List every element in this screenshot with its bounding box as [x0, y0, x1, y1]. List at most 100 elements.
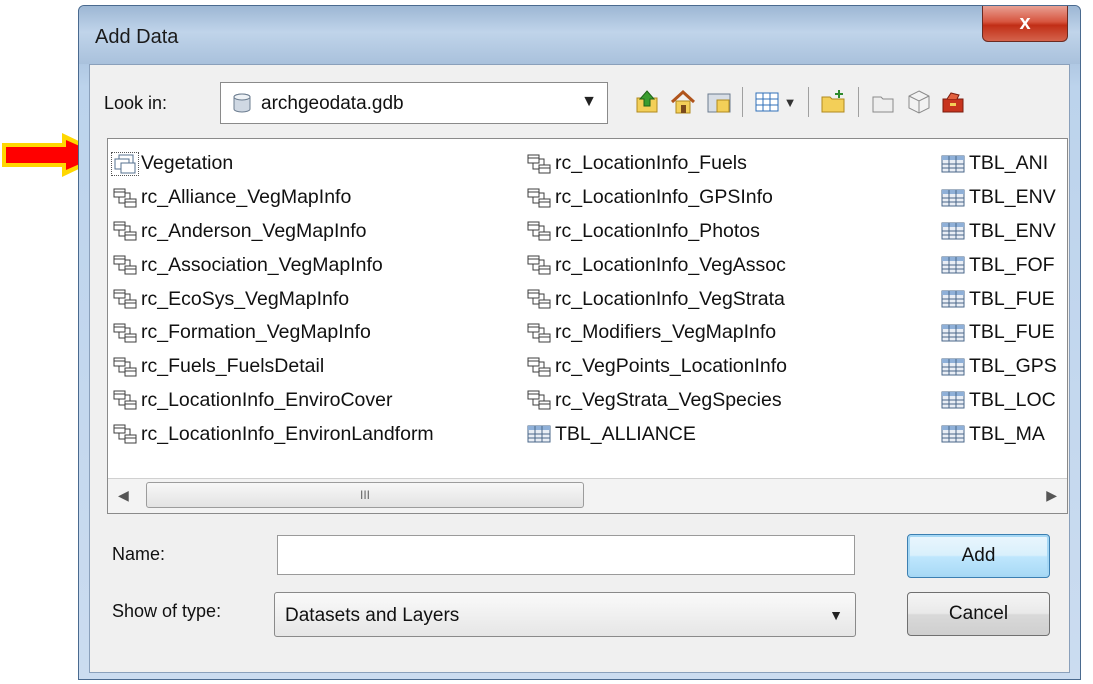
list-item-label: rc_Association_VegMapInfo	[141, 253, 383, 276]
list-item-label: rc_Fuels_FuelsDetail	[141, 355, 325, 378]
view-menu-icon[interactable]	[750, 85, 784, 119]
new-item-icon[interactable]	[866, 85, 900, 119]
toolbar-separator	[742, 87, 743, 117]
scroll-right-icon[interactable]: ▶	[1046, 487, 1057, 504]
look-in-label: Look in:	[104, 93, 168, 113]
list-item[interactable]: rc_VegStrata_VegSpecies	[526, 384, 787, 418]
list-item[interactable]: TBL_ALLIANCE	[526, 417, 787, 451]
chevron-down-icon: ▼	[581, 93, 597, 110]
table-icon	[940, 389, 966, 411]
list-item-label: rc_Formation_VegMapInfo	[141, 321, 371, 344]
look-in-dropdown[interactable]: archgeodata.gdb ▼	[220, 82, 608, 124]
add-button[interactable]: Add	[907, 534, 1050, 578]
dialog-body: Look in: archgeodata.gdb ▼ ▼ Vegetation …	[89, 64, 1070, 673]
list-item[interactable]: Vegetation	[111, 147, 434, 181]
list-item[interactable]: rc_LocationInfo_EnviroCover	[112, 384, 434, 418]
list-item[interactable]: rc_Fuels_FuelsDetail	[112, 350, 434, 384]
list-item[interactable]: rc_Modifiers_VegMapInfo	[526, 316, 787, 350]
relationship-class-icon	[112, 389, 138, 411]
list-item[interactable]: rc_LocationInfo_GPSInfo	[526, 181, 787, 215]
scroll-left-icon[interactable]: ◀	[118, 487, 129, 504]
relationship-class-icon	[526, 389, 552, 411]
list-item-label: rc_LocationInfo_Fuels	[555, 152, 747, 175]
relationship-class-icon	[112, 187, 138, 209]
list-item[interactable]: TBL_FOF	[940, 248, 1057, 282]
list-item[interactable]: TBL_GPS	[940, 350, 1057, 384]
scroll-thumb[interactable]: III	[146, 482, 584, 508]
dialog-title: Add Data	[95, 26, 179, 48]
list-item-label: TBL_MA	[969, 422, 1045, 445]
relationship-class-icon	[112, 423, 138, 445]
home-icon[interactable]	[666, 85, 700, 119]
show-of-type-dropdown[interactable]: Datasets and Layers ▼	[274, 592, 856, 637]
view-dropdown-icon[interactable]: ▼	[780, 85, 800, 119]
show-of-type-label: Show of type:	[112, 601, 222, 621]
file-list-column: TBL_ANI TBL_ENV TBL_ENV TBL_FOF TBL_FUE TBL_F…	[940, 147, 1057, 451]
list-item[interactable]: rc_Anderson_VegMapInfo	[112, 215, 434, 249]
list-item[interactable]: TBL_LOC	[940, 384, 1057, 418]
table-icon	[940, 254, 966, 276]
list-item-label: rc_Anderson_VegMapInfo	[141, 219, 367, 242]
file-list-column: rc_LocationInfo_Fuels rc_LocationInfo_GPS…	[526, 147, 787, 451]
file-list[interactable]: Vegetation rc_Alliance_VegMapInfo rc_Ander…	[107, 138, 1068, 514]
list-item-label: rc_LocationInfo_EnvironLandform	[141, 422, 434, 445]
table-icon	[940, 423, 966, 445]
table-icon	[940, 288, 966, 310]
list-item[interactable]: rc_Formation_VegMapInfo	[112, 316, 434, 350]
relationship-class-icon	[526, 220, 552, 242]
list-item-label: rc_Modifiers_VegMapInfo	[555, 321, 777, 344]
close-button[interactable]: x	[982, 6, 1068, 42]
list-item[interactable]: rc_LocationInfo_Photos	[526, 215, 787, 249]
relationship-class-icon	[526, 254, 552, 276]
toolbar-separator	[858, 87, 859, 117]
list-item[interactable]: rc_LocationInfo_VegAssoc	[526, 248, 787, 282]
list-item[interactable]: rc_EcoSys_VegMapInfo	[112, 282, 434, 316]
list-item[interactable]: rc_LocationInfo_EnvironLandform	[112, 417, 434, 451]
list-item[interactable]: TBL_FUE	[940, 316, 1057, 350]
name-label: Name:	[112, 544, 166, 564]
table-icon	[526, 423, 552, 445]
new-folder-icon[interactable]	[816, 85, 850, 119]
list-item-label: rc_LocationInfo_Photos	[555, 219, 760, 242]
list-item-label: rc_LocationInfo_GPSInfo	[555, 186, 773, 209]
list-item[interactable]: rc_Alliance_VegMapInfo	[112, 181, 434, 215]
title-bar: Add Data x	[79, 6, 1080, 64]
cube-icon[interactable]	[902, 85, 936, 119]
list-item-label: TBL_FOF	[969, 253, 1055, 276]
list-item[interactable]: TBL_MA	[940, 417, 1057, 451]
list-item-label: rc_LocationInfo_VegAssoc	[555, 253, 786, 276]
relationship-class-icon	[526, 356, 552, 378]
list-item-label: TBL_ANI	[969, 152, 1049, 175]
list-item[interactable]: rc_Association_VegMapInfo	[112, 248, 434, 282]
list-item-label: rc_LocationInfo_EnviroCover	[141, 388, 393, 411]
list-item[interactable]: TBL_ENV	[940, 181, 1057, 215]
list-item-label: rc_EcoSys_VegMapInfo	[141, 287, 350, 310]
name-input[interactable]	[277, 535, 855, 575]
relationship-class-icon	[112, 254, 138, 276]
list-item[interactable]: rc_VegPoints_LocationInfo	[526, 350, 787, 384]
connect-folder-icon[interactable]	[702, 85, 736, 119]
relationship-class-icon	[112, 322, 138, 344]
list-item-label: TBL_ENV	[969, 186, 1056, 209]
list-item-label: rc_Alliance_VegMapInfo	[141, 186, 352, 209]
relationship-class-icon	[526, 288, 552, 310]
list-item[interactable]: rc_LocationInfo_Fuels	[526, 147, 787, 181]
list-item-label: Vegetation	[141, 152, 234, 175]
list-item[interactable]: TBL_ENV	[940, 215, 1057, 249]
relationship-class-icon	[112, 356, 138, 378]
cancel-button[interactable]: Cancel	[907, 592, 1050, 636]
relationship-class-icon	[526, 322, 552, 344]
list-item[interactable]: rc_LocationInfo_VegStrata	[526, 282, 787, 316]
table-icon	[940, 187, 966, 209]
list-item-label: TBL_ALLIANCE	[555, 422, 696, 445]
list-item-label: rc_VegStrata_VegSpecies	[555, 388, 782, 411]
table-icon	[940, 356, 966, 378]
toolbox-icon[interactable]	[936, 85, 970, 119]
list-item-label: TBL_LOC	[969, 388, 1056, 411]
up-one-level-icon[interactable]	[630, 85, 664, 119]
horizontal-scrollbar[interactable]: ◀ III ▶	[108, 478, 1067, 513]
look-in-value: archgeodata.gdb	[261, 93, 404, 114]
list-item[interactable]: TBL_ANI	[940, 147, 1057, 181]
relationship-class-icon	[526, 187, 552, 209]
list-item[interactable]: TBL_FUE	[940, 282, 1057, 316]
